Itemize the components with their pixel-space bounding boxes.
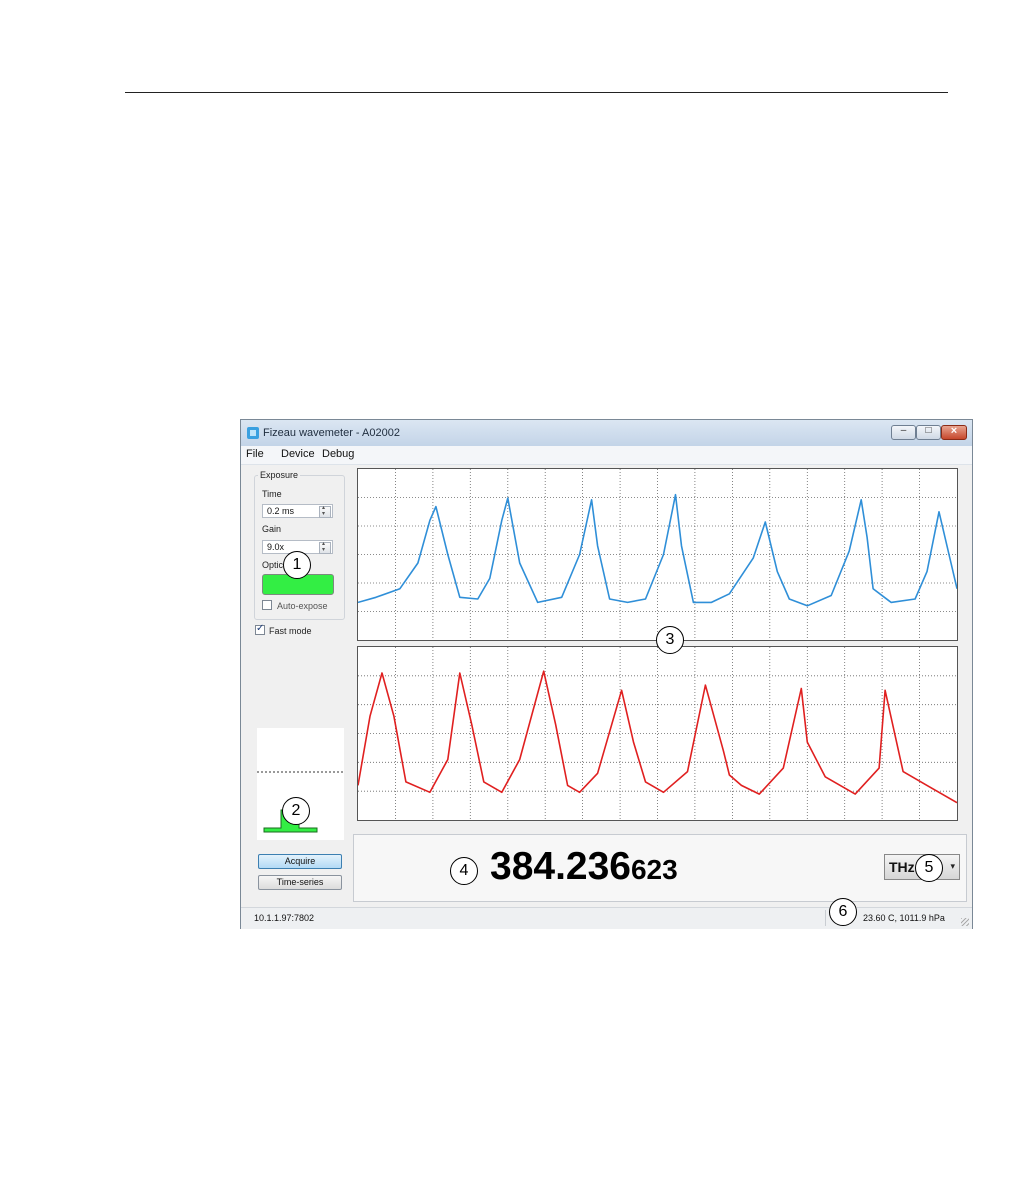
callout-1: 1 (283, 551, 311, 579)
time-series-button[interactable]: Time-series (258, 875, 342, 890)
status-bar: 10.1.1.97:7802 23.60 C, 1011.9 hPa (241, 907, 972, 929)
callout-6: 6 (829, 898, 857, 926)
title-bar[interactable]: Fizeau wavemeter - A02002 – □ × (241, 420, 972, 447)
menu-file[interactable]: File (246, 448, 264, 460)
frequency-small-digits: 623 (630, 854, 678, 885)
lower-interferogram-plot (357, 646, 958, 821)
time-value: 0.2 ms (267, 506, 295, 516)
gain-spin-arrows-icon[interactable] (319, 540, 331, 554)
wavemeter-window: Fizeau wavemeter - A02002 – □ × File Dev… (240, 419, 973, 929)
status-environment: 23.60 C, 1011.9 hPa (863, 913, 945, 923)
time-label: Time (262, 489, 282, 499)
status-separator (825, 910, 826, 926)
app-icon (247, 427, 259, 439)
maximize-icon: □ (925, 425, 932, 436)
minimize-icon: – (900, 425, 907, 436)
time-spin-arrows-icon[interactable] (319, 504, 331, 518)
unit-value: THz (889, 859, 915, 875)
fast-mode-checkbox[interactable] (255, 623, 265, 635)
frequency-main-digits: 384.236 (490, 845, 631, 888)
callout-3: 3 (656, 626, 684, 654)
status-address: 10.1.1.97:7802 (254, 913, 315, 923)
menu-device[interactable]: Device (281, 448, 315, 460)
frequency-readout-panel: 384.236623 THz ▾ (353, 834, 967, 902)
chevron-down-icon[interactable]: ▾ (950, 861, 955, 872)
fast-mode-label: Fast mode (269, 626, 312, 636)
callout-4: 4 (450, 857, 478, 885)
resize-grip-icon[interactable] (961, 918, 969, 926)
time-spinbox[interactable]: 0.2 ms (262, 504, 333, 518)
maximize-button[interactable]: □ (916, 425, 941, 440)
gain-value: 9.0x (267, 542, 285, 552)
auto-expose-label: Auto-expose (277, 601, 328, 611)
close-button[interactable]: × (941, 425, 967, 440)
frequency-readout: 384.236623 (490, 845, 678, 889)
menu-bar: File Device Debug (241, 446, 972, 465)
auto-expose-checkbox[interactable] (262, 600, 272, 610)
window-title: Fizeau wavemeter - A02002 (263, 427, 400, 439)
upper-interferogram-plot (357, 468, 958, 641)
page-header-rule (125, 92, 948, 93)
acquire-button[interactable]: Acquire (258, 854, 342, 869)
optic-label: Optic (262, 560, 284, 570)
menu-debug[interactable]: Debug (322, 448, 354, 460)
exposure-group-title: Exposure (258, 470, 301, 480)
upper-plot-svg (357, 469, 958, 640)
close-icon: × (950, 425, 958, 437)
lower-plot-svg (357, 647, 958, 820)
minimize-button[interactable]: – (891, 425, 916, 440)
callout-2: 2 (282, 797, 310, 825)
gain-label: Gain (262, 524, 282, 534)
callout-5: 5 (915, 854, 943, 882)
